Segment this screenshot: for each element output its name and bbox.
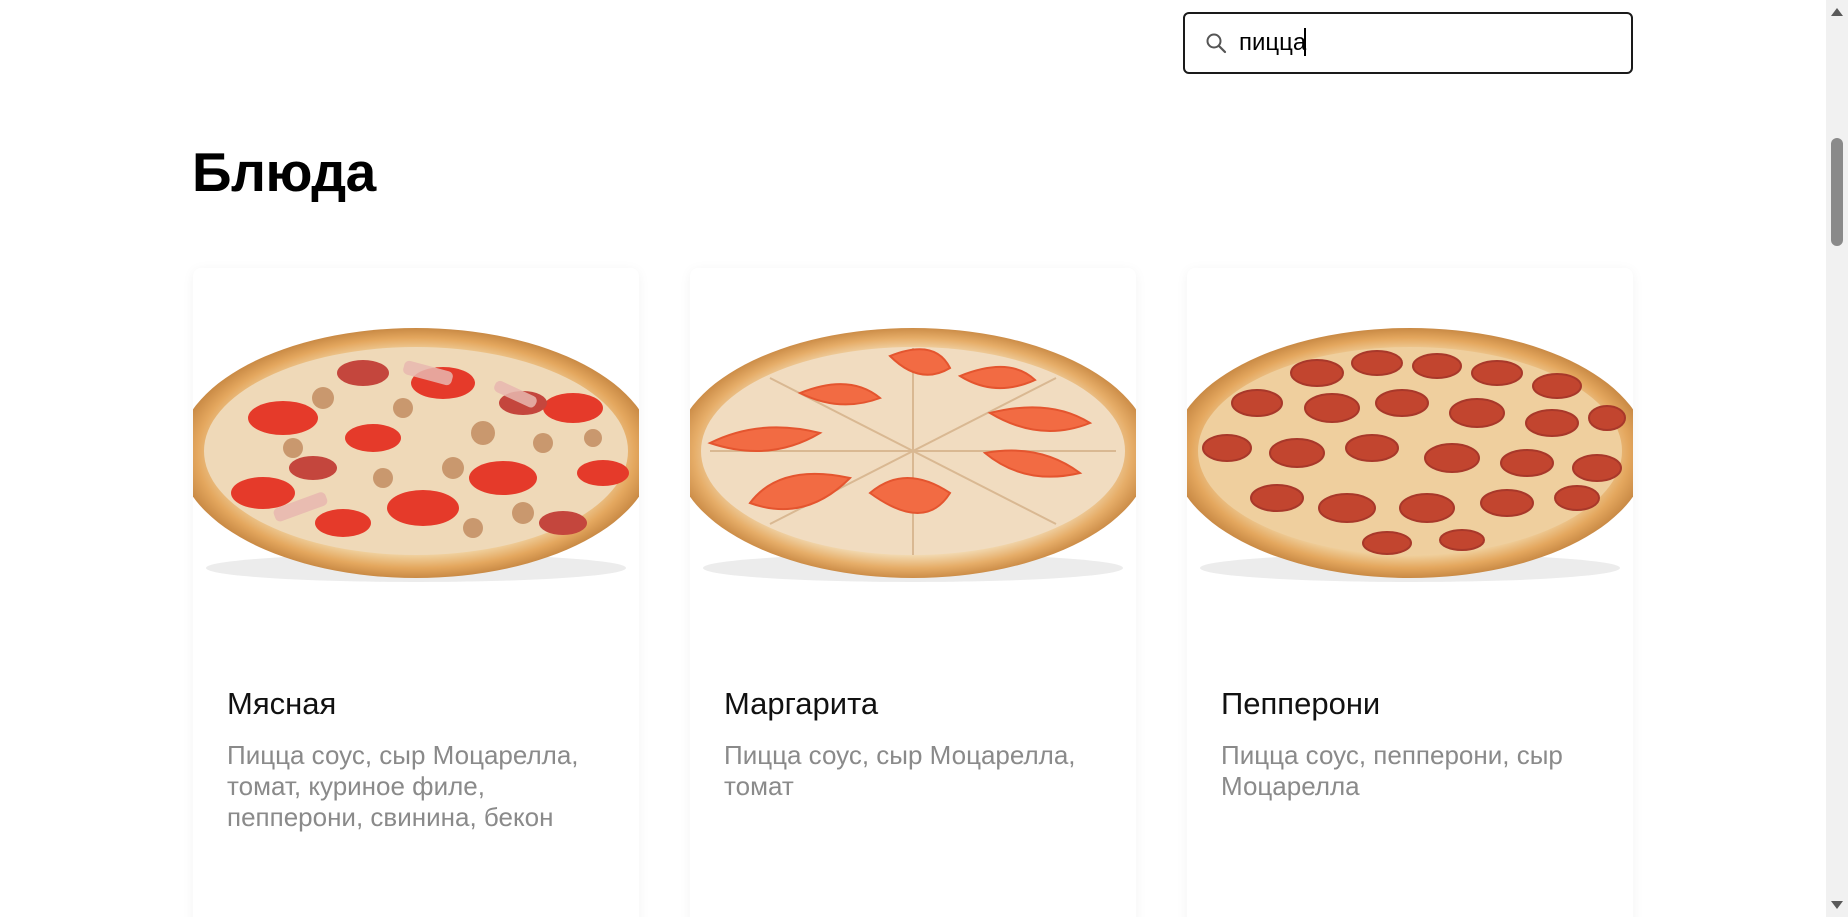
scroll-up-arrow-icon[interactable]: [1831, 8, 1843, 16]
dish-card-pepperoni[interactable]: Пепперони Пицца соус, пепперони, сыр Моц…: [1187, 268, 1633, 917]
text-caret: [1304, 28, 1306, 56]
search-icon: [1203, 30, 1229, 56]
dish-description: Пицца соус, пепперони, сыр Моцарелла: [1221, 740, 1563, 801]
dish-name: Мясная: [227, 686, 337, 721]
search-input[interactable]: [1239, 23, 1599, 63]
dish-name: Пепперони: [1221, 686, 1381, 721]
dish-name: Маргарита: [724, 686, 879, 721]
meat-pizza-image: [193, 328, 639, 582]
dish-card-meat[interactable]: Мясная Пицца соус, сыр Моцарелла, томат,…: [193, 268, 639, 917]
search-box[interactable]: [1183, 12, 1633, 74]
section-title: Блюда: [192, 141, 376, 203]
vertical-scrollbar[interactable]: [1826, 0, 1848, 917]
dish-description: Пицца соус, сыр Моцарелла, томат, курино…: [227, 740, 579, 832]
scroll-thumb[interactable]: [1831, 138, 1843, 246]
dish-description: Пицца соус, сыр Моцарелла, томат: [724, 740, 1076, 801]
margherita-pizza-image: [690, 328, 1136, 582]
pepperoni-pizza-image: [1187, 328, 1633, 582]
dish-card-margherita[interactable]: Маргарита Пицца соус, сыр Моцарелла, том…: [690, 268, 1136, 917]
scroll-down-arrow-icon[interactable]: [1831, 901, 1843, 909]
